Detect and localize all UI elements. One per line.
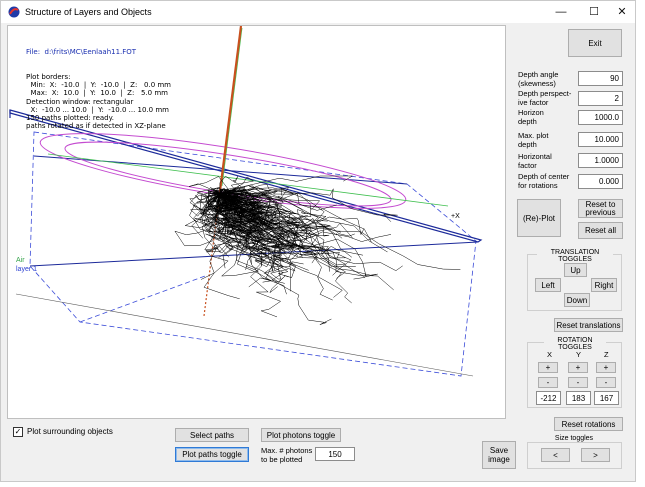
exit-button[interactable]: Exit [568, 29, 622, 57]
rotate-x-plus-button[interactable]: + [538, 362, 558, 373]
rotate-x-minus-button[interactable]: - [538, 377, 558, 388]
max-plot-depth-input[interactable]: 10.000 [578, 132, 623, 147]
center-depth-label: Depth of center for rotations [518, 172, 570, 190]
translate-left-button[interactable]: Left [535, 278, 561, 292]
save-image-button[interactable]: Save image [482, 441, 516, 469]
rotation-y-value[interactable]: 183 [566, 391, 591, 405]
detector-probe [218, 26, 243, 192]
minimize-button[interactable]: — [546, 1, 576, 23]
close-button[interactable]: ✕ [607, 1, 637, 23]
rotation-x-value[interactable]: -212 [536, 391, 561, 405]
translate-right-button[interactable]: Right [591, 278, 617, 292]
rotate-z-plus-button[interactable]: + [596, 362, 616, 373]
maximize-button[interactable]: ☐ [579, 1, 609, 23]
box-edge [79, 275, 206, 323]
layer-label: layer 1 [16, 266, 38, 273]
rotation-x-label: X [547, 350, 553, 359]
rotation-title: ROTATION TOGGLES [544, 337, 606, 351]
depth-angle-label: Depth angle (skewness) [518, 70, 559, 88]
plot-photons-toggle-button[interactable]: Plot photons toggle [261, 428, 341, 442]
reset-translations-button[interactable]: Reset translations [554, 318, 623, 332]
plot-surrounding-checkbox[interactable]: ✓ [13, 427, 23, 437]
translate-down-button[interactable]: Down [564, 293, 590, 307]
reset-previous-button[interactable]: Reset to previous [578, 199, 623, 218]
rotation-y-label: Y [576, 350, 582, 359]
depth-angle-input[interactable]: 90 [578, 71, 623, 86]
max-photons-label: Max. # photons to be plotted [261, 446, 313, 464]
translate-up-button[interactable]: Up [564, 263, 587, 277]
plot-paths-toggle-button[interactable]: Plot paths toggle [175, 447, 249, 462]
plot-canvas[interactable]: File: d:\frits\MC\Eenlaah11.FOT Plot bor… [7, 25, 506, 419]
max-photons-input[interactable]: 150 [315, 447, 355, 461]
size-larger-button[interactable]: > [581, 448, 610, 462]
axis-x-label: +X [451, 213, 460, 220]
horizontal-factor-input[interactable]: 1.0000 [578, 153, 623, 168]
plot-info-lines: Plot borders: Min: X: -10.0 | Y: -10.0 |… [26, 73, 172, 131]
plot-info: File: d:\frits\MC\Eenlaah11.FOT Plot bor… [26, 32, 171, 147]
replot-button[interactable]: (Re)-Plot [517, 199, 561, 237]
size-title: Size toggles [550, 435, 598, 442]
translation-title: TRANSLATION TOGGLES [537, 249, 613, 263]
window-title: Structure of Layers and Objects [25, 7, 152, 17]
max-plot-depth-label: Max. plot depth [518, 131, 549, 149]
size-smaller-button[interactable]: < [541, 448, 570, 462]
depth-perspective-label: Depth perspect- ive factor [518, 89, 572, 107]
title-bar: Structure of Layers and Objects — ☐ ✕ [1, 1, 635, 23]
rotate-y-plus-button[interactable]: + [568, 362, 588, 373]
rotation-z-label: Z [604, 350, 609, 359]
reset-rotations-button[interactable]: Reset rotations [554, 417, 623, 431]
rotate-z-minus-button[interactable]: - [596, 377, 616, 388]
select-paths-button[interactable]: Select paths [175, 428, 249, 442]
rotate-y-minus-button[interactable]: - [568, 377, 588, 388]
center-depth-input[interactable]: 0.000 [578, 174, 623, 189]
horizontal-factor-label: Horizontal factor [518, 152, 552, 170]
green-axis-vertical [221, 27, 243, 187]
rotation-z-value[interactable]: 167 [594, 391, 619, 405]
horizon-depth-input[interactable]: 1000.0 [578, 110, 623, 125]
plot-surrounding-label: Plot surrounding objects [27, 427, 113, 436]
horizon-depth-label: Horizon depth [518, 108, 544, 126]
depth-perspective-input[interactable]: 2 [578, 91, 623, 106]
main-window: Structure of Layers and Objects — ☐ ✕ Fi… [0, 0, 636, 482]
layer-plane-far [15, 293, 474, 377]
reset-all-button[interactable]: Reset all [578, 222, 623, 239]
air-label: Air [16, 257, 25, 264]
file-path: File: d:\frits\MC\Eenlaah11.FOT [26, 48, 137, 57]
app-icon [8, 6, 20, 18]
